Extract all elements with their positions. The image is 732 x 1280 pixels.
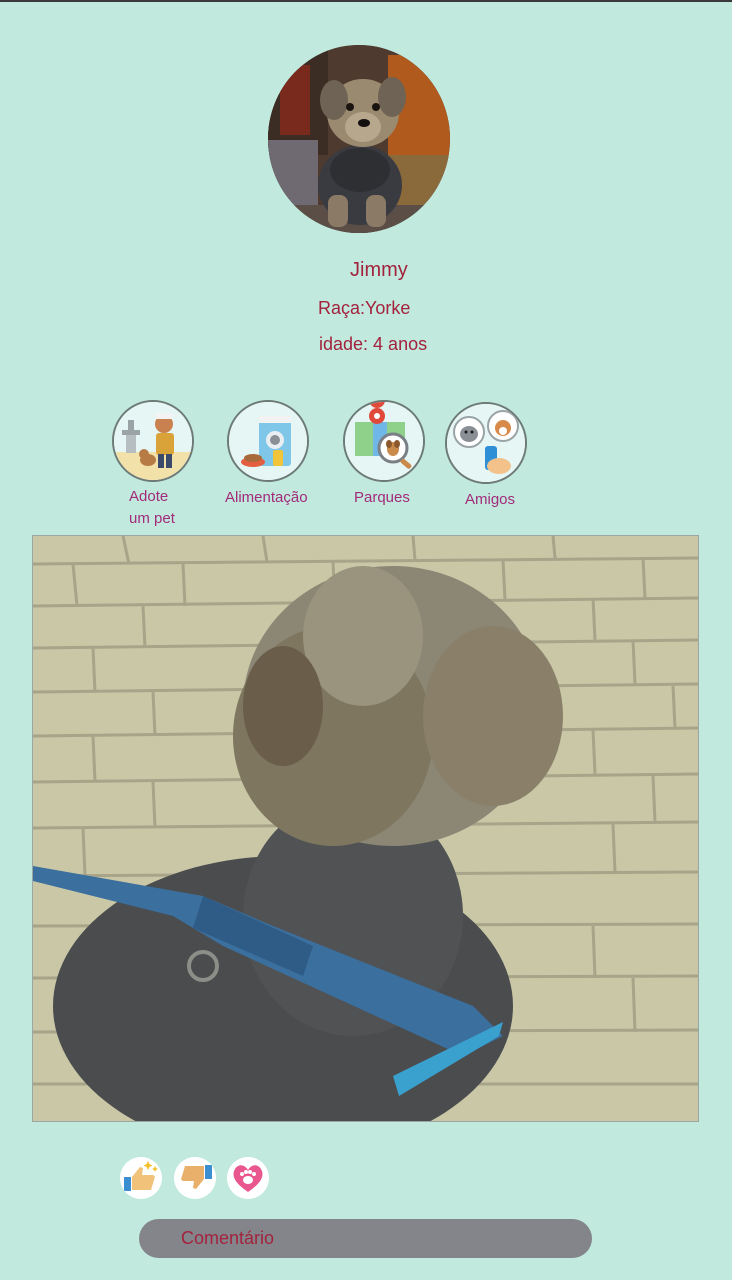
adopt-pet-icon bbox=[114, 402, 192, 480]
love-button[interactable] bbox=[227, 1157, 269, 1199]
adopt-pet-label-line2: um pet bbox=[129, 510, 175, 527]
pet-avatar[interactable] bbox=[268, 45, 450, 233]
pet-friends-icon bbox=[447, 404, 525, 482]
adopt-pet-label-line1: Adote bbox=[129, 488, 169, 505]
food-label: Alimentação bbox=[225, 489, 308, 506]
like-button[interactable] bbox=[120, 1157, 162, 1199]
parks-button[interactable] bbox=[343, 400, 425, 482]
like-icon bbox=[120, 1157, 162, 1199]
pet-breed: Raça:Yorke bbox=[318, 298, 411, 318]
top-border bbox=[0, 0, 732, 2]
pet-name: Jimmy bbox=[350, 259, 408, 281]
post-photo[interactable] bbox=[32, 535, 699, 1122]
park-map-icon bbox=[345, 402, 423, 480]
dislike-button[interactable] bbox=[174, 1157, 216, 1199]
pet-food-icon bbox=[229, 402, 307, 480]
friends-button[interactable] bbox=[445, 402, 527, 484]
parks-label: Parques bbox=[354, 489, 410, 506]
comment-input[interactable] bbox=[139, 1219, 592, 1258]
dog-photo-image bbox=[33, 536, 698, 1121]
adopt-pet-button[interactable] bbox=[112, 400, 194, 482]
dog-portrait-image bbox=[268, 45, 450, 233]
heart-paw-icon bbox=[227, 1157, 269, 1199]
friends-label: Amigos bbox=[465, 491, 516, 508]
pet-age: idade: 4 anos bbox=[319, 334, 428, 354]
food-button[interactable] bbox=[227, 400, 309, 482]
dislike-icon bbox=[174, 1157, 216, 1199]
